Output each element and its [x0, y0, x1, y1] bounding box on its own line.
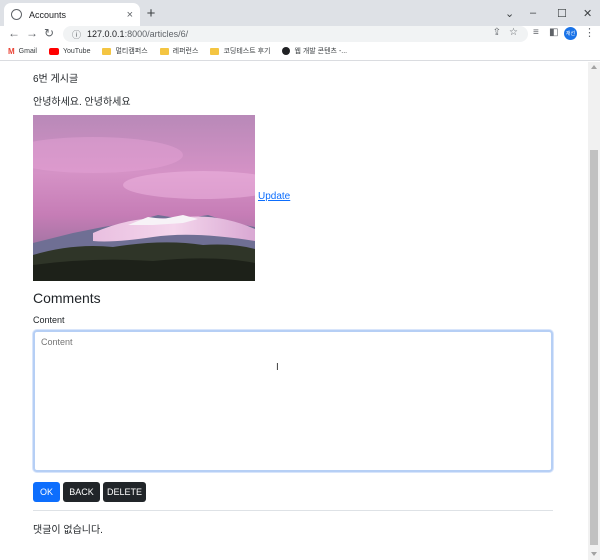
comment-content-textarea[interactable] — [33, 330, 553, 472]
close-window-button[interactable]: ✕ — [583, 0, 592, 26]
scroll-up-arrow-icon[interactable] — [591, 65, 597, 69]
bookmark-label: 웹 개발 콘텐츠 -... — [294, 48, 348, 55]
bookmark-youtube[interactable]: YouTube — [48, 47, 91, 55]
folder-icon — [102, 47, 112, 55]
comment-actions: OK BACK DELETE — [33, 482, 146, 502]
article-title: 6번 게시글 — [33, 74, 79, 85]
bookmark-label: YouTube — [62, 47, 91, 55]
browser-tab[interactable]: Accounts × — [4, 3, 140, 26]
bookmark-star-icon[interactable]: ☆ — [509, 27, 518, 38]
page-viewport: 6번 게시글 안녕하세요. 안녕하세요 Update Comments Cont… — [0, 62, 588, 560]
no-comments-message: 댓글이 없습니다. — [33, 525, 103, 536]
reload-icon[interactable]: ↻ — [44, 26, 54, 40]
url-host: 127.0.0.1 — [87, 29, 125, 39]
tab-title: Accounts — [29, 9, 67, 20]
content-label: Content — [33, 315, 65, 325]
scrollbar-thumb[interactable] — [590, 150, 598, 545]
side-panel-icon[interactable]: ◧ — [549, 27, 558, 38]
back-arrow-icon[interactable]: ← — [8, 26, 20, 40]
bookmark-web-dev[interactable]: 웹 개발 콘텐츠 -... — [282, 46, 347, 56]
browser-tab-bar: Accounts × + ⌄ – ☐ ✕ — [0, 0, 600, 26]
delete-button[interactable]: DELETE — [103, 482, 146, 502]
bookmark-gmail[interactable]: M Gmail — [8, 47, 37, 56]
gmail-icon: M — [8, 46, 15, 56]
bookmark-label: 레퍼런스 — [172, 48, 199, 55]
folder-icon — [210, 47, 220, 55]
minimize-button[interactable]: – — [530, 0, 536, 26]
article-body: 안녕하세요. 안녕하세요 — [33, 97, 131, 108]
bookmark-label: Gmail — [18, 47, 37, 55]
new-tab-button[interactable]: + — [144, 5, 158, 22]
divider — [33, 510, 553, 511]
bookmarks-bar: M Gmail YouTube 멀티캠퍼스 레퍼런스 코딩테스트 후기 웹 개발… — [0, 42, 600, 61]
maximize-button[interactable]: ☐ — [557, 0, 567, 26]
article-image — [33, 115, 255, 281]
share-icon[interactable]: ⇪ — [493, 27, 501, 38]
tab-search-icon[interactable]: ⌄ — [505, 0, 514, 26]
bookmark-folder-coding-test[interactable]: 코딩테스트 후기 — [210, 46, 270, 56]
forward-arrow-icon[interactable]: → — [26, 26, 38, 40]
youtube-icon — [48, 47, 59, 55]
site-icon — [282, 47, 291, 55]
back-button[interactable]: BACK — [63, 482, 100, 502]
bookmark-label: 코딩테스트 후기 — [223, 48, 271, 55]
bookmark-label: 멀티캠퍼스 — [115, 48, 148, 55]
browser-toolbar: ← → ↻ ⓘ 127.0.0.1:8000/articles/6/ ⇪ ☆ ≡… — [0, 26, 600, 42]
menu-icon[interactable]: ⋮ — [584, 26, 595, 39]
globe-icon — [11, 9, 22, 20]
bookmark-folder-multicampus[interactable]: 멀티캠퍼스 — [102, 46, 148, 56]
url-path: :8000/articles/6/ — [124, 29, 189, 39]
info-icon[interactable]: ⓘ — [72, 28, 81, 41]
folder-icon — [159, 47, 169, 55]
reading-list-icon[interactable]: ≡ — [533, 27, 539, 38]
bookmark-folder-reference[interactable]: 레퍼런스 — [159, 46, 199, 56]
address-bar[interactable]: ⓘ 127.0.0.1:8000/articles/6/ ⇪ ☆ — [63, 26, 528, 42]
scroll-down-arrow-icon[interactable] — [591, 552, 597, 556]
comments-heading: Comments — [33, 290, 101, 306]
text-cursor-icon: I — [276, 362, 279, 373]
ok-button[interactable]: OK — [33, 482, 60, 502]
profile-avatar[interactable]: 재선 — [564, 27, 577, 40]
update-link[interactable]: Update — [258, 191, 290, 202]
close-tab-icon[interactable]: × — [127, 9, 133, 21]
